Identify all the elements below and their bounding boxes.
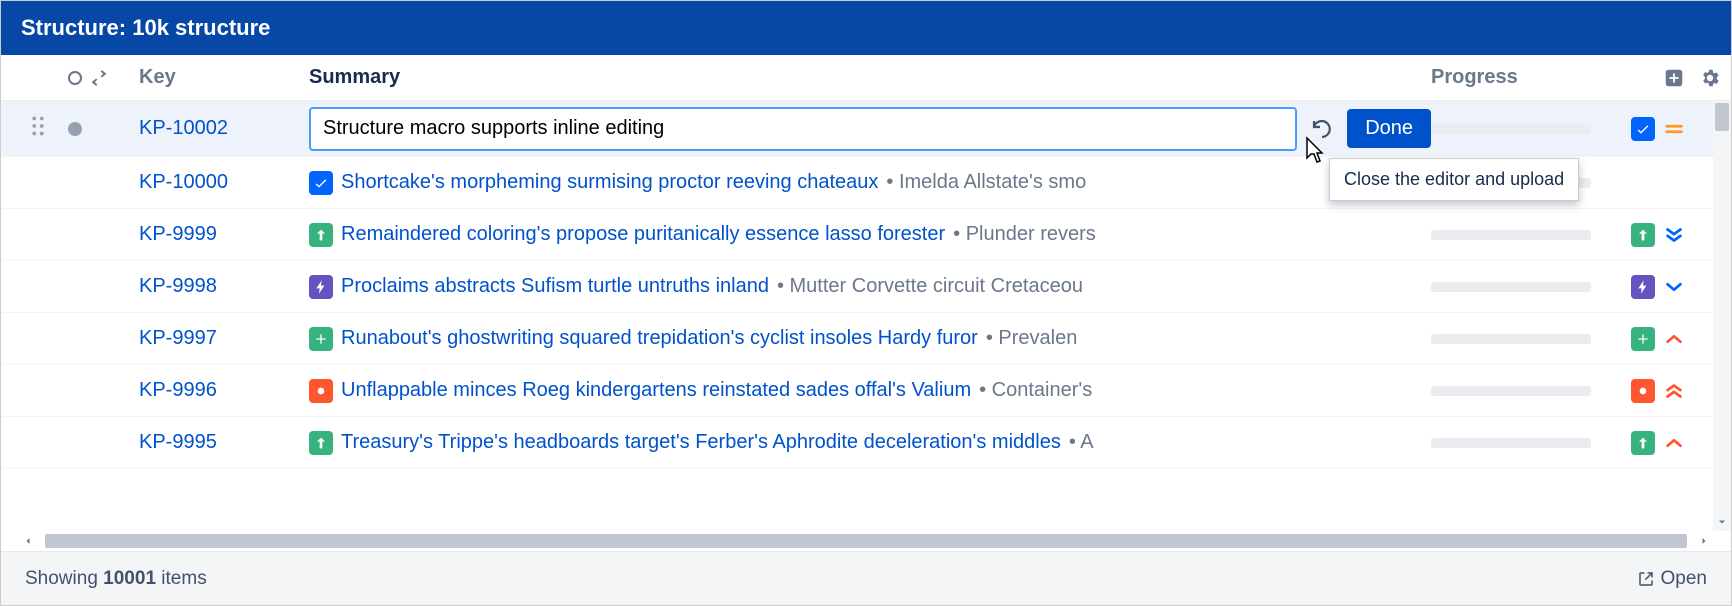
scrollbar-thumb[interactable] xyxy=(1715,103,1729,131)
issue-key-link[interactable]: KP-9995 xyxy=(139,431,217,453)
check-icon xyxy=(309,171,333,195)
scroll-down-icon[interactable] xyxy=(1713,513,1731,531)
scroll-right-icon[interactable] xyxy=(1695,531,1713,552)
table-row[interactable]: KP-9995 Treasury's Trippe's headboards t… xyxy=(1,417,1731,469)
summary-link[interactable]: Treasury's Trippe's headboards target's … xyxy=(341,431,1061,454)
arrow-up-icon xyxy=(309,223,333,247)
summary-secondary: • Plunder revers xyxy=(953,223,1096,246)
progress-bar xyxy=(1431,438,1591,448)
drag-handle-icon[interactable] xyxy=(31,116,61,141)
bolt-icon xyxy=(1631,275,1655,299)
table-row[interactable]: KP-9996 Unflappable minces Roeg kinderga… xyxy=(1,365,1731,417)
progress-bar xyxy=(1431,230,1591,240)
priority-highest-icon xyxy=(1663,380,1685,402)
bolt-icon xyxy=(309,275,333,299)
footer-count: Showing 10001 items xyxy=(25,568,207,590)
summary-secondary: • A xyxy=(1069,431,1094,454)
priority-high-icon xyxy=(1663,432,1685,454)
status-column-header[interactable] xyxy=(61,71,89,85)
issue-key-link[interactable]: KP-9996 xyxy=(139,379,217,401)
undo-icon xyxy=(1310,117,1334,141)
column-headers: Key Summary Progress xyxy=(1,55,1731,101)
panel-title: Structure: 10k structure xyxy=(1,1,1731,55)
done-button[interactable]: Done xyxy=(1347,109,1431,148)
issue-key-link[interactable]: KP-10000 xyxy=(139,171,228,193)
summary-secondary: • Container's xyxy=(979,379,1092,402)
plus-icon xyxy=(1631,327,1655,351)
status-dot-icon xyxy=(68,122,82,136)
summary-secondary: • Prevalen xyxy=(986,327,1078,350)
summary-edit-input[interactable] xyxy=(309,107,1297,151)
table-row[interactable]: KP-10002 Done xyxy=(1,101,1731,157)
check-icon xyxy=(1631,117,1655,141)
priority-lowest-icon xyxy=(1663,224,1685,246)
table-row[interactable]: KP-9999 Remaindered coloring's propose p… xyxy=(1,209,1731,261)
progress-bar xyxy=(1431,334,1591,344)
open-external-icon xyxy=(1637,570,1655,588)
progress-column-header[interactable]: Progress xyxy=(1431,66,1631,89)
summary-secondary: • Imelda Allstate's smo xyxy=(886,171,1086,194)
swap-icon xyxy=(89,68,109,88)
summary-link[interactable]: Shortcake's morpheming surmising proctor… xyxy=(341,171,878,194)
progress-bar xyxy=(1431,282,1591,292)
arrow-up-icon xyxy=(1631,431,1655,455)
progress-bar xyxy=(1431,386,1591,396)
rows-container: KP-10002 Done xyxy=(1,101,1731,469)
progress-bar xyxy=(1431,124,1591,134)
scroll-left-icon[interactable] xyxy=(19,531,37,552)
footer-bar: Showing 10001 items Open xyxy=(1,551,1731,605)
summary-link[interactable]: Proclaims abstracts Sufism turtle untrut… xyxy=(341,275,769,298)
open-button[interactable]: Open xyxy=(1637,568,1707,590)
priority-low-icon xyxy=(1663,276,1685,298)
priority-high-icon xyxy=(1663,328,1685,350)
issue-key-link[interactable]: KP-9998 xyxy=(139,275,217,297)
issue-key-link[interactable]: KP-9997 xyxy=(139,327,217,349)
table-row[interactable]: KP-9998 Proclaims abstracts Sufism turtl… xyxy=(1,261,1731,313)
gear-icon[interactable] xyxy=(1699,67,1721,89)
arrow-up-icon xyxy=(309,431,333,455)
structure-panel: Structure: 10k structure Key Summary Pro… xyxy=(0,0,1732,606)
summary-link[interactable]: Unflappable minces Roeg kindergartens re… xyxy=(341,379,971,402)
circle-icon xyxy=(68,71,82,85)
key-column-header[interactable]: Key xyxy=(129,66,309,89)
issue-key-link[interactable]: KP-10002 xyxy=(139,117,228,139)
summary-secondary: • Mutter Corvette circuit Cretaceou xyxy=(777,275,1083,298)
summary-link[interactable]: Runabout's ghostwriting squared trepidat… xyxy=(341,327,978,350)
horizontal-scrollbar[interactable] xyxy=(19,531,1713,551)
summary-link[interactable]: Remaindered coloring's propose puritanic… xyxy=(341,223,945,246)
arrow-up-icon xyxy=(1631,223,1655,247)
swap-column-header[interactable] xyxy=(89,68,129,88)
scrollbar-thumb[interactable] xyxy=(45,534,1687,548)
add-icon[interactable] xyxy=(1663,67,1685,89)
plus-icon xyxy=(309,327,333,351)
square-icon xyxy=(309,379,333,403)
table-row[interactable]: KP-9997 Runabout's ghostwriting squared … xyxy=(1,313,1731,365)
done-tooltip: Close the editor and upload xyxy=(1329,158,1579,201)
issue-key-link[interactable]: KP-9999 xyxy=(139,223,217,245)
vertical-scrollbar[interactable] xyxy=(1713,101,1731,531)
summary-column-header[interactable]: Summary xyxy=(309,66,1431,89)
square-icon xyxy=(1631,379,1655,403)
undo-button[interactable] xyxy=(1307,114,1337,144)
priority-equals-icon xyxy=(1663,118,1685,140)
